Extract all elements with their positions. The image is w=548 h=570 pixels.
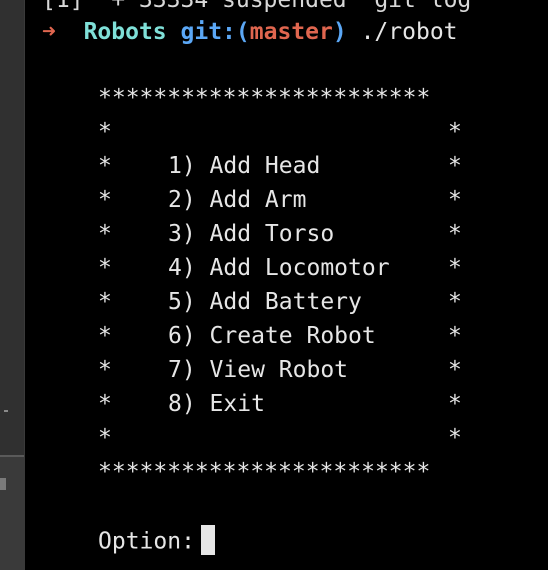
menu-item-view-robot: 7) View Robot (168, 357, 349, 383)
menu-border-bottom: ************************ (98, 459, 431, 485)
option-input-line[interactable]: Option: (98, 525, 215, 555)
menu-item-row: * 1) Add Head * (98, 152, 478, 180)
menu-blank-row: * * (98, 118, 478, 146)
menu-side-left: * (98, 153, 112, 179)
terminal-window: [1] + 33334 suspended git log ➜ Robots g… (0, 0, 548, 570)
menu-item-row: * 2) Add Arm * (98, 186, 478, 214)
menu-side-left: * (98, 221, 112, 247)
menu-side-right: * (448, 221, 462, 247)
side-panel-mark (4, 410, 8, 412)
menu-side-right: * (448, 187, 462, 213)
menu-side-left: * (98, 289, 112, 315)
text-cursor[interactable] (200, 525, 215, 555)
menu-side-right: * (448, 119, 462, 145)
menu-item-exit: 8) Exit (168, 391, 265, 417)
shell-prompt-line: ➜ Robots git:(master) ./robot (42, 18, 458, 46)
terminal-output[interactable]: [1] + 33334 suspended git log ➜ Robots g… (24, 0, 548, 570)
menu-blank-row: * * (98, 424, 478, 452)
prompt-command: ./robot (360, 19, 458, 45)
menu-side-left: * (98, 425, 112, 451)
prompt-directory: Robots (83, 19, 167, 45)
menu-side-left: * (98, 391, 112, 417)
menu-item-row: * 5) Add Battery * (98, 288, 478, 316)
menu-side-left: * (98, 119, 112, 145)
side-panel-handle (0, 478, 6, 490)
side-panel-top (0, 0, 24, 455)
menu-item-add-battery: 5) Add Battery (168, 289, 362, 315)
menu-side-left: * (98, 187, 112, 213)
side-panel-edge (0, 0, 25, 570)
menu-side-right: * (448, 153, 462, 179)
menu-item-add-locomotor: 4) Add Locomotor (168, 255, 390, 281)
menu-item-add-torso: 3) Add Torso (168, 221, 335, 247)
menu-item-create-robot: 6) Create Robot (168, 323, 376, 349)
menu-item-add-head: 1) Add Head (168, 153, 321, 179)
menu-item-row: * 3) Add Torso * (98, 220, 478, 248)
prompt-branch: master (249, 19, 333, 45)
menu-side-right: * (448, 255, 462, 281)
menu-border-top: ************************ (98, 85, 431, 111)
prompt-arrow-icon: ➜ (42, 19, 56, 45)
prompt-git-suffix: ) (332, 19, 347, 45)
previous-output-line: [1] + 33334 suspended git log (42, 0, 472, 13)
menu-side-right: * (448, 391, 462, 417)
menu-side-right: * (448, 323, 462, 349)
menu-item-row: * 6) Create Robot * (98, 322, 478, 350)
menu-item-row: * 7) View Robot * (98, 356, 478, 384)
side-panel-bottom (0, 457, 24, 570)
prompt-git-prefix: git:( (180, 19, 250, 45)
option-prompt-label: Option: (98, 528, 195, 555)
menu-side-right: * (448, 357, 462, 383)
menu-side-left: * (98, 357, 112, 383)
menu-item-add-arm: 2) Add Arm (168, 187, 307, 213)
menu-side-left: * (98, 323, 112, 349)
menu-item-row: * 4) Add Locomotor * (98, 254, 478, 282)
menu-side-right: * (448, 425, 462, 451)
menu-item-row: * 8) Exit * (98, 390, 478, 418)
menu-side-left: * (98, 255, 112, 281)
menu-side-right: * (448, 289, 462, 315)
